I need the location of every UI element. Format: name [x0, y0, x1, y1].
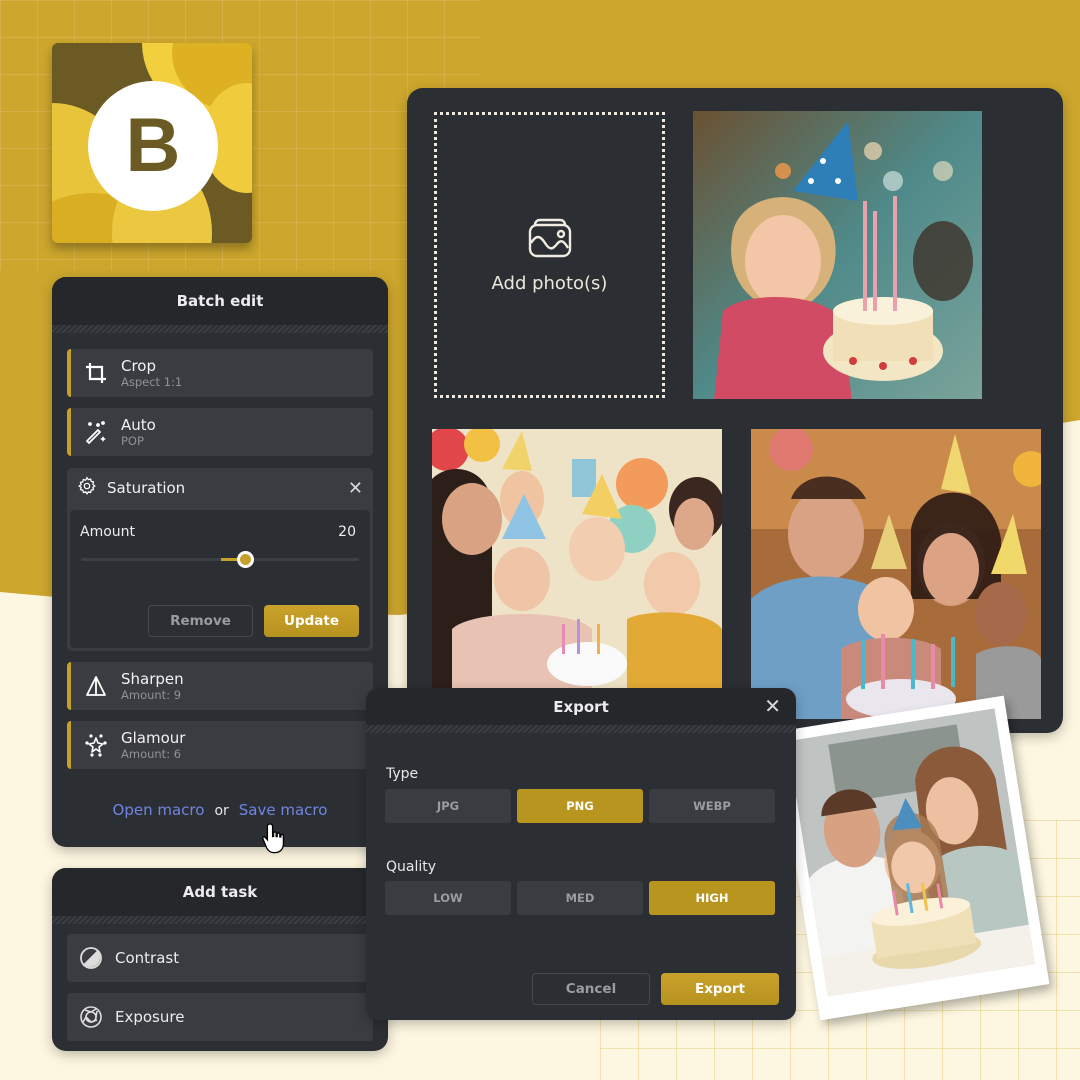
slider-thumb[interactable] [237, 551, 255, 568]
close-icon[interactable]: ✕ [764, 694, 781, 718]
photo-family-candles [751, 429, 1041, 719]
saturation-editor: Saturation ✕ Amount 20 Remove Update [67, 468, 373, 651]
amount-slider[interactable] [81, 551, 359, 568]
photo-family-portrait [787, 708, 1036, 997]
task-detail: Amount: 6 [121, 746, 182, 761]
saturation-title: Saturation [107, 479, 186, 497]
export-button[interactable]: Export [661, 973, 779, 1005]
image-icon [528, 217, 572, 263]
task-name: Crop [121, 356, 157, 375]
task-name: Glamour [121, 728, 186, 747]
or-text: or [214, 803, 229, 819]
add-task-panel: Add task Contrast Exposure [52, 868, 388, 1051]
task-name: Auto [121, 415, 156, 434]
type-option-png[interactable]: PNG [517, 789, 643, 823]
hand-pointer-cursor [262, 822, 288, 860]
type-label: Type [386, 766, 419, 782]
quality-selector: LOW MED HIGH [385, 881, 775, 915]
type-option-jpg[interactable]: JPG [385, 789, 511, 823]
sharpen-triangle-icon [71, 675, 121, 697]
add-task-title: Add task [52, 868, 388, 916]
task-detail: Aspect 1:1 [121, 374, 183, 389]
slider-fill [221, 558, 238, 561]
gear-icon [77, 476, 97, 500]
divider [52, 916, 388, 924]
batch-edit-panel: Batch edit Crop Aspect 1:1 Auto POP Satu… [52, 277, 388, 847]
photo-thumbnail[interactable] [432, 429, 722, 689]
logo-letter: B [125, 103, 181, 188]
export-title: Export [553, 697, 609, 716]
task-sharpen[interactable]: Sharpen Amount: 9 [67, 662, 373, 710]
task-crop[interactable]: Crop Aspect 1:1 [67, 349, 373, 397]
add-photo-label: Add photo(s) [491, 272, 608, 294]
update-button[interactable]: Update [264, 605, 359, 637]
add-task-contrast[interactable]: Contrast [67, 934, 373, 982]
quality-option-high[interactable]: HIGH [649, 881, 775, 915]
remove-button[interactable]: Remove [148, 605, 253, 637]
open-macro-link[interactable]: Open macro [113, 801, 205, 819]
crop-icon [71, 362, 121, 384]
amount-value: 20 [338, 524, 356, 540]
close-icon[interactable]: ✕ [348, 478, 363, 499]
task-name: Sharpen [121, 669, 184, 688]
type-option-webp[interactable]: WEBP [649, 789, 775, 823]
photo-thumbnail[interactable] [693, 111, 982, 399]
app-logo: B [52, 43, 252, 243]
cancel-button[interactable]: Cancel [532, 973, 650, 1005]
magic-wand-icon [71, 420, 121, 444]
aperture-icon [67, 1005, 115, 1029]
amount-label: Amount [80, 524, 136, 540]
add-task-label: Contrast [115, 949, 180, 967]
batch-edit-title: Batch edit [52, 277, 388, 325]
divider [52, 325, 388, 333]
quality-option-med[interactable]: MED [517, 881, 643, 915]
quality-label: Quality [386, 859, 437, 875]
contrast-icon [67, 946, 115, 970]
save-macro-link[interactable]: Save macro [239, 801, 328, 819]
add-task-label: Exposure [115, 1008, 185, 1026]
type-selector: JPG PNG WEBP [385, 789, 775, 823]
task-detail: Amount: 9 [121, 687, 182, 702]
photo-grid-panel: Add photo(s) [407, 88, 1063, 733]
task-glamour[interactable]: Glamour Amount: 6 [67, 721, 373, 769]
photo-family-party [432, 429, 722, 689]
macro-actions: Open macro or Save macro [52, 801, 388, 819]
sparkle-star-icon [71, 733, 121, 757]
add-task-exposure[interactable]: Exposure [67, 993, 373, 1041]
polaroid-photo [774, 695, 1050, 1021]
logo-circle: B [88, 81, 218, 211]
photo-thumbnail[interactable] [751, 429, 1041, 719]
task-auto[interactable]: Auto POP [67, 408, 373, 456]
divider [366, 725, 796, 733]
photo-girl-party-hat [693, 111, 982, 399]
quality-option-low[interactable]: LOW [385, 881, 511, 915]
export-dialog: Export ✕ Type JPG PNG WEBP Quality LOW M… [366, 688, 796, 1020]
add-photo-dropzone[interactable]: Add photo(s) [434, 112, 665, 398]
task-detail: POP [121, 433, 144, 448]
